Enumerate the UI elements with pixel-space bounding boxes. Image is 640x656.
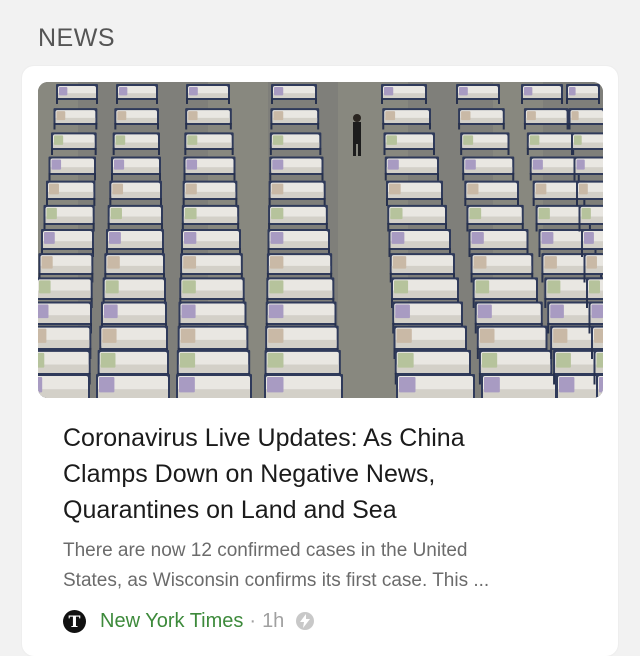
snippet-line: There are now 12 confirmed cases in the … [63, 540, 468, 561]
article-headline[interactable]: Coronavirus Live Updates: As China Clamp… [63, 420, 583, 528]
article-image[interactable] [38, 82, 603, 398]
nyt-logo-icon: T [63, 609, 86, 633]
source-name[interactable]: New York Times [100, 610, 243, 633]
beds-photo-illustration [38, 82, 603, 398]
lightning-bolt-icon [296, 612, 315, 630]
snippet-line: States, as Wisconsin confirms its first … [63, 570, 490, 591]
section-title: NEWS [38, 24, 115, 52]
article-snippet: There are now 12 confirmed cases in the … [63, 536, 583, 596]
headline-line: Clamps Down on Negative News, [63, 460, 436, 488]
article-age: 1h [262, 609, 285, 632]
headline-line: Coronavirus Live Updates: As China [63, 424, 465, 452]
meta-separator: · [249, 609, 257, 632]
source-row[interactable]: T New York Times · 1h [63, 606, 315, 636]
headline-line: Quarantines on Land and Sea [63, 496, 397, 524]
